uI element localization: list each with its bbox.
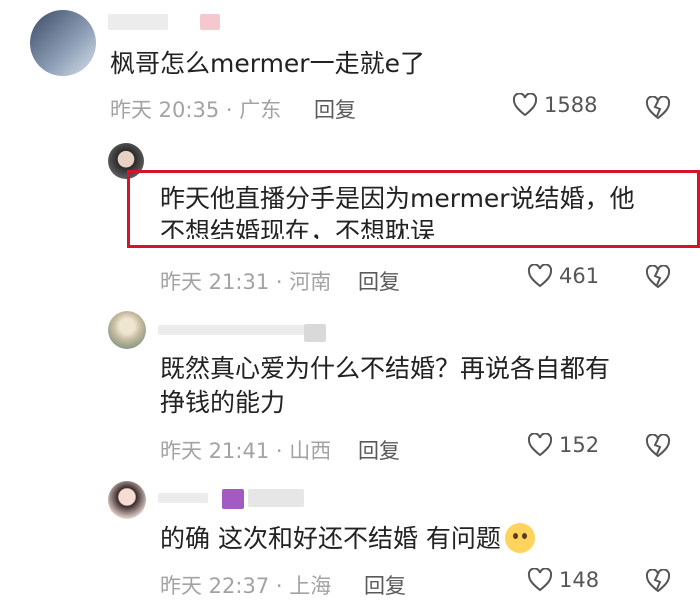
comment-meta: 昨天 20:35 · 广东 xyxy=(110,98,282,122)
comment-text: 枫哥怎么mermer一走就e了 xyxy=(110,49,425,78)
heart-outline-icon xyxy=(512,93,538,117)
heart-outline-icon xyxy=(527,568,553,592)
like-button[interactable]: 461 xyxy=(527,264,599,288)
username-redacted xyxy=(304,324,326,342)
broken-heart-icon[interactable] xyxy=(645,96,671,120)
reply-button[interactable]: 回复 xyxy=(358,435,400,465)
heart-outline-icon xyxy=(527,264,553,288)
comment-meta: 昨天 21:31 · 河南 xyxy=(160,270,332,294)
like-count: 1588 xyxy=(544,93,598,117)
username-redacted xyxy=(158,325,308,335)
username-redacted xyxy=(108,14,168,30)
comment-text: 不想结婚现在，不想耽误 xyxy=(160,217,436,239)
avatar[interactable] xyxy=(30,10,96,76)
username-redacted xyxy=(248,489,304,507)
reply-button[interactable]: 回复 xyxy=(314,94,356,124)
like-count: 461 xyxy=(559,264,600,288)
pleading-face-emoji xyxy=(504,523,535,553)
reply-button[interactable]: 回复 xyxy=(358,266,400,296)
like-button[interactable]: 152 xyxy=(527,433,599,457)
avatar[interactable] xyxy=(108,481,146,519)
broken-heart-icon[interactable] xyxy=(645,265,671,289)
like-count: 152 xyxy=(559,433,600,457)
broken-heart-icon[interactable] xyxy=(645,434,671,458)
comment-text: 的确 这次和好还不结婚 有问题 xyxy=(160,522,535,556)
like-button[interactable]: 1588 xyxy=(512,93,597,117)
broken-heart-icon[interactable] xyxy=(645,569,671,593)
avatar[interactable] xyxy=(108,311,146,349)
comment-meta: 昨天 22:37 · 上海 xyxy=(160,574,332,598)
comment-text: 挣钱的能力 xyxy=(160,388,286,417)
username-redacted xyxy=(200,14,220,30)
like-count: 148 xyxy=(559,568,600,592)
reply-button[interactable]: 回复 xyxy=(364,570,406,600)
like-button[interactable]: 148 xyxy=(527,568,599,592)
comment-text: 既然真心爱为什么不结婚？再说各自都有 xyxy=(160,354,611,383)
username-redacted xyxy=(158,493,208,503)
comment-meta: 昨天 21:41 · 山西 xyxy=(160,439,332,463)
comment-text-content: 的确 这次和好还不结婚 有问题 xyxy=(160,524,501,553)
comment-text: 昨天他直播分手是因为mermer说结婚，他 xyxy=(160,184,635,213)
username-redacted xyxy=(222,489,244,509)
heart-outline-icon xyxy=(527,433,553,457)
